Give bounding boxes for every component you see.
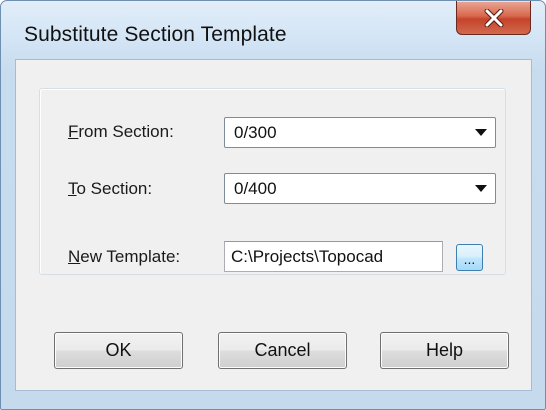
chevron-down-icon — [475, 129, 487, 136]
from-section-mnemonic: F — [68, 122, 79, 141]
to-section-value: 0/400 — [234, 179, 277, 198]
new-template-label-text: ew Template: — [80, 247, 181, 266]
ok-button[interactable]: OK — [54, 332, 183, 369]
browse-button[interactable]: ... — [456, 244, 483, 271]
new-template-mnemonic: N — [68, 247, 81, 266]
close-icon — [484, 8, 503, 27]
section-groupbox: From Section: 0/300 To Section: 0/400 Ne… — [39, 88, 506, 275]
cancel-button[interactable]: Cancel — [218, 332, 347, 369]
new-template-label: New Template: — [68, 247, 180, 267]
to-section-combo[interactable]: 0/400 — [224, 173, 496, 204]
help-button[interactable]: Help — [380, 332, 509, 369]
new-template-input[interactable] — [225, 242, 442, 271]
to-section-mnemonic: T — [68, 179, 77, 198]
dialog-client-area: From Section: 0/300 To Section: 0/400 Ne… — [15, 59, 532, 391]
from-section-label-text: rom Section: — [78, 122, 174, 141]
new-template-field[interactable] — [224, 241, 443, 272]
dialog-window: Substitute Section Template From Section… — [0, 0, 546, 410]
to-section-label: To Section: — [68, 179, 152, 199]
to-section-label-text: o Section: — [76, 179, 153, 198]
from-section-value: 0/300 — [234, 123, 277, 142]
window-title: Substitute Section Template — [24, 23, 287, 46]
close-button[interactable] — [456, 1, 531, 35]
from-section-combo[interactable]: 0/300 — [224, 117, 496, 148]
from-section-label: From Section: — [68, 122, 174, 142]
chevron-down-icon — [475, 185, 487, 192]
